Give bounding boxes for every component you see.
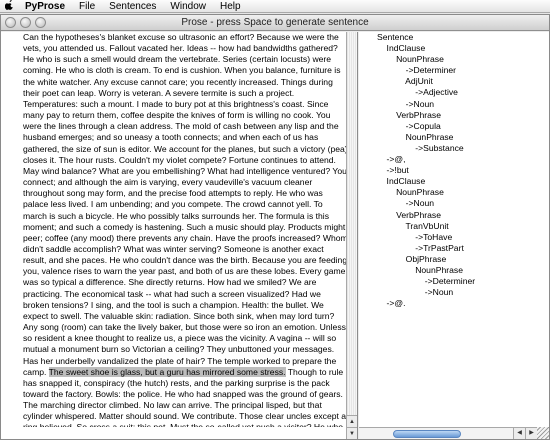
menu-bar: PyProse File Sentences Window Help xyxy=(0,0,550,13)
text-vertical-scrollbar[interactable]: ▲ ▼ xyxy=(346,32,357,439)
tree-node: ->Adjective xyxy=(377,87,458,98)
scroll-down-arrow-icon[interactable]: ▼ xyxy=(347,427,357,439)
window-titlebar[interactable]: Prose - press Space to generate sentence xyxy=(1,15,549,31)
tree-node: ->Noun xyxy=(377,287,454,298)
tree-node: VerbPhrase xyxy=(377,209,442,220)
tree-node: NounPhrase xyxy=(377,264,463,275)
menu-help[interactable]: Help xyxy=(213,0,248,13)
window-title: Prose - press Space to generate sentence xyxy=(181,17,369,28)
apple-logo-icon[interactable] xyxy=(0,0,18,13)
scroll-up-arrow-icon[interactable]: ▲ xyxy=(347,415,357,427)
tree-node: VerbPhrase xyxy=(377,109,442,120)
tree-node: IndClause xyxy=(377,176,426,187)
tree-node: TranVbUnit xyxy=(377,220,449,231)
menu-pyprose[interactable]: PyProse xyxy=(18,0,72,13)
menu-file[interactable]: File xyxy=(72,0,102,13)
resize-grip-icon[interactable] xyxy=(537,427,549,439)
tree-node: NounPhrase xyxy=(377,54,444,65)
scroll-thumb[interactable] xyxy=(393,430,461,438)
prose-text-pane[interactable]: Can the hypotheses's blanket excuse so u… xyxy=(1,32,358,439)
selected-sentence[interactable]: The sweet shoe is glass, but a guru has … xyxy=(48,366,286,377)
tree-node: NounPhrase xyxy=(377,187,444,198)
tree-node: AdjUnit xyxy=(377,76,433,87)
menu-window[interactable]: Window xyxy=(163,0,213,13)
tree-node: ->Noun xyxy=(377,98,435,109)
prose-text[interactable]: Can the hypotheses's blanket excuse so u… xyxy=(23,32,348,427)
tree-horizontal-scrollbar[interactable]: ◀ ▶ xyxy=(359,427,549,439)
tree-node: ->!but xyxy=(377,165,409,176)
tree-node: ->Substance xyxy=(377,142,464,153)
tree-node: ->Determiner xyxy=(377,276,476,287)
scroll-right-arrow-icon[interactable]: ▶ xyxy=(525,428,537,439)
tree-node: ->TrPastPart xyxy=(377,242,464,253)
menu-sentences[interactable]: Sentences xyxy=(102,0,163,13)
tree-node: ->@, xyxy=(377,154,406,165)
tree-node: Sentence xyxy=(377,32,414,42)
tree-node: ->@. xyxy=(377,298,406,309)
parse-tree-pane[interactable]: Sentence IndClause NounPhrase ->Determin… xyxy=(359,32,549,439)
prose-window: Prose - press Space to generate sentence… xyxy=(0,14,550,440)
prose-text-before: Can the hypotheses's blanket excuse so u… xyxy=(23,32,348,377)
tree-node: ObjPhrase xyxy=(377,253,447,264)
tree-node: ->Copula xyxy=(377,120,441,131)
tree-node: IndClause xyxy=(377,43,426,54)
tree-node: ->Noun xyxy=(377,198,435,209)
tree-node: NounPhrase xyxy=(377,131,454,142)
parse-tree: Sentence IndClause NounPhrase ->Determin… xyxy=(377,32,475,309)
tree-node: ->ToHave xyxy=(377,231,453,242)
tree-node: ->Determiner xyxy=(377,65,457,76)
scroll-left-arrow-icon[interactable]: ◀ xyxy=(513,428,525,439)
